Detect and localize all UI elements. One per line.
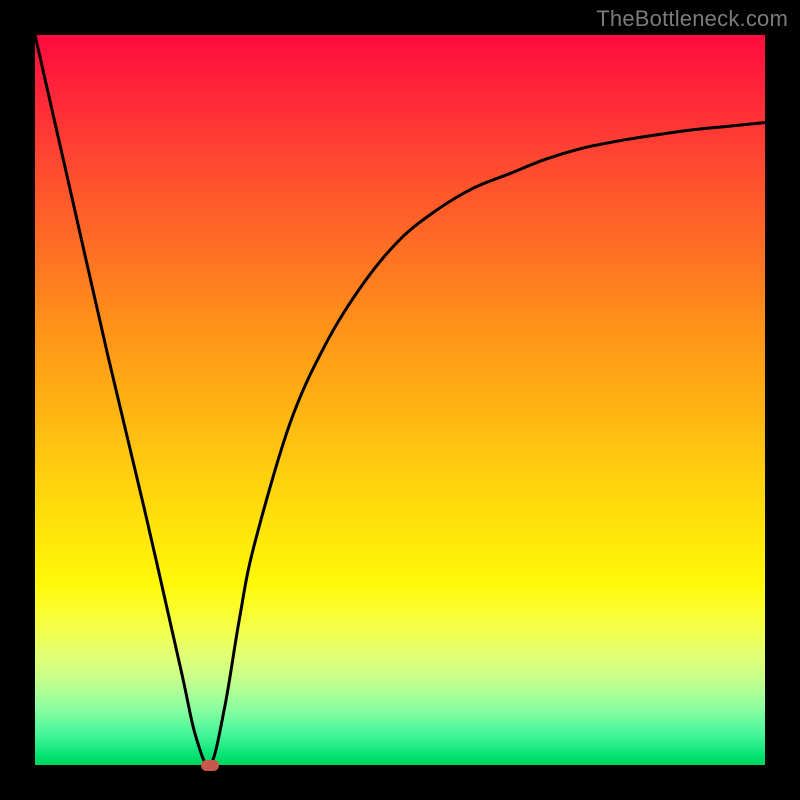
chart-frame: TheBottleneck.com [0,0,800,800]
bottleneck-curve [35,35,765,765]
minimum-marker [201,760,219,771]
plot-area [35,35,765,765]
watermark-text: TheBottleneck.com [596,6,788,32]
